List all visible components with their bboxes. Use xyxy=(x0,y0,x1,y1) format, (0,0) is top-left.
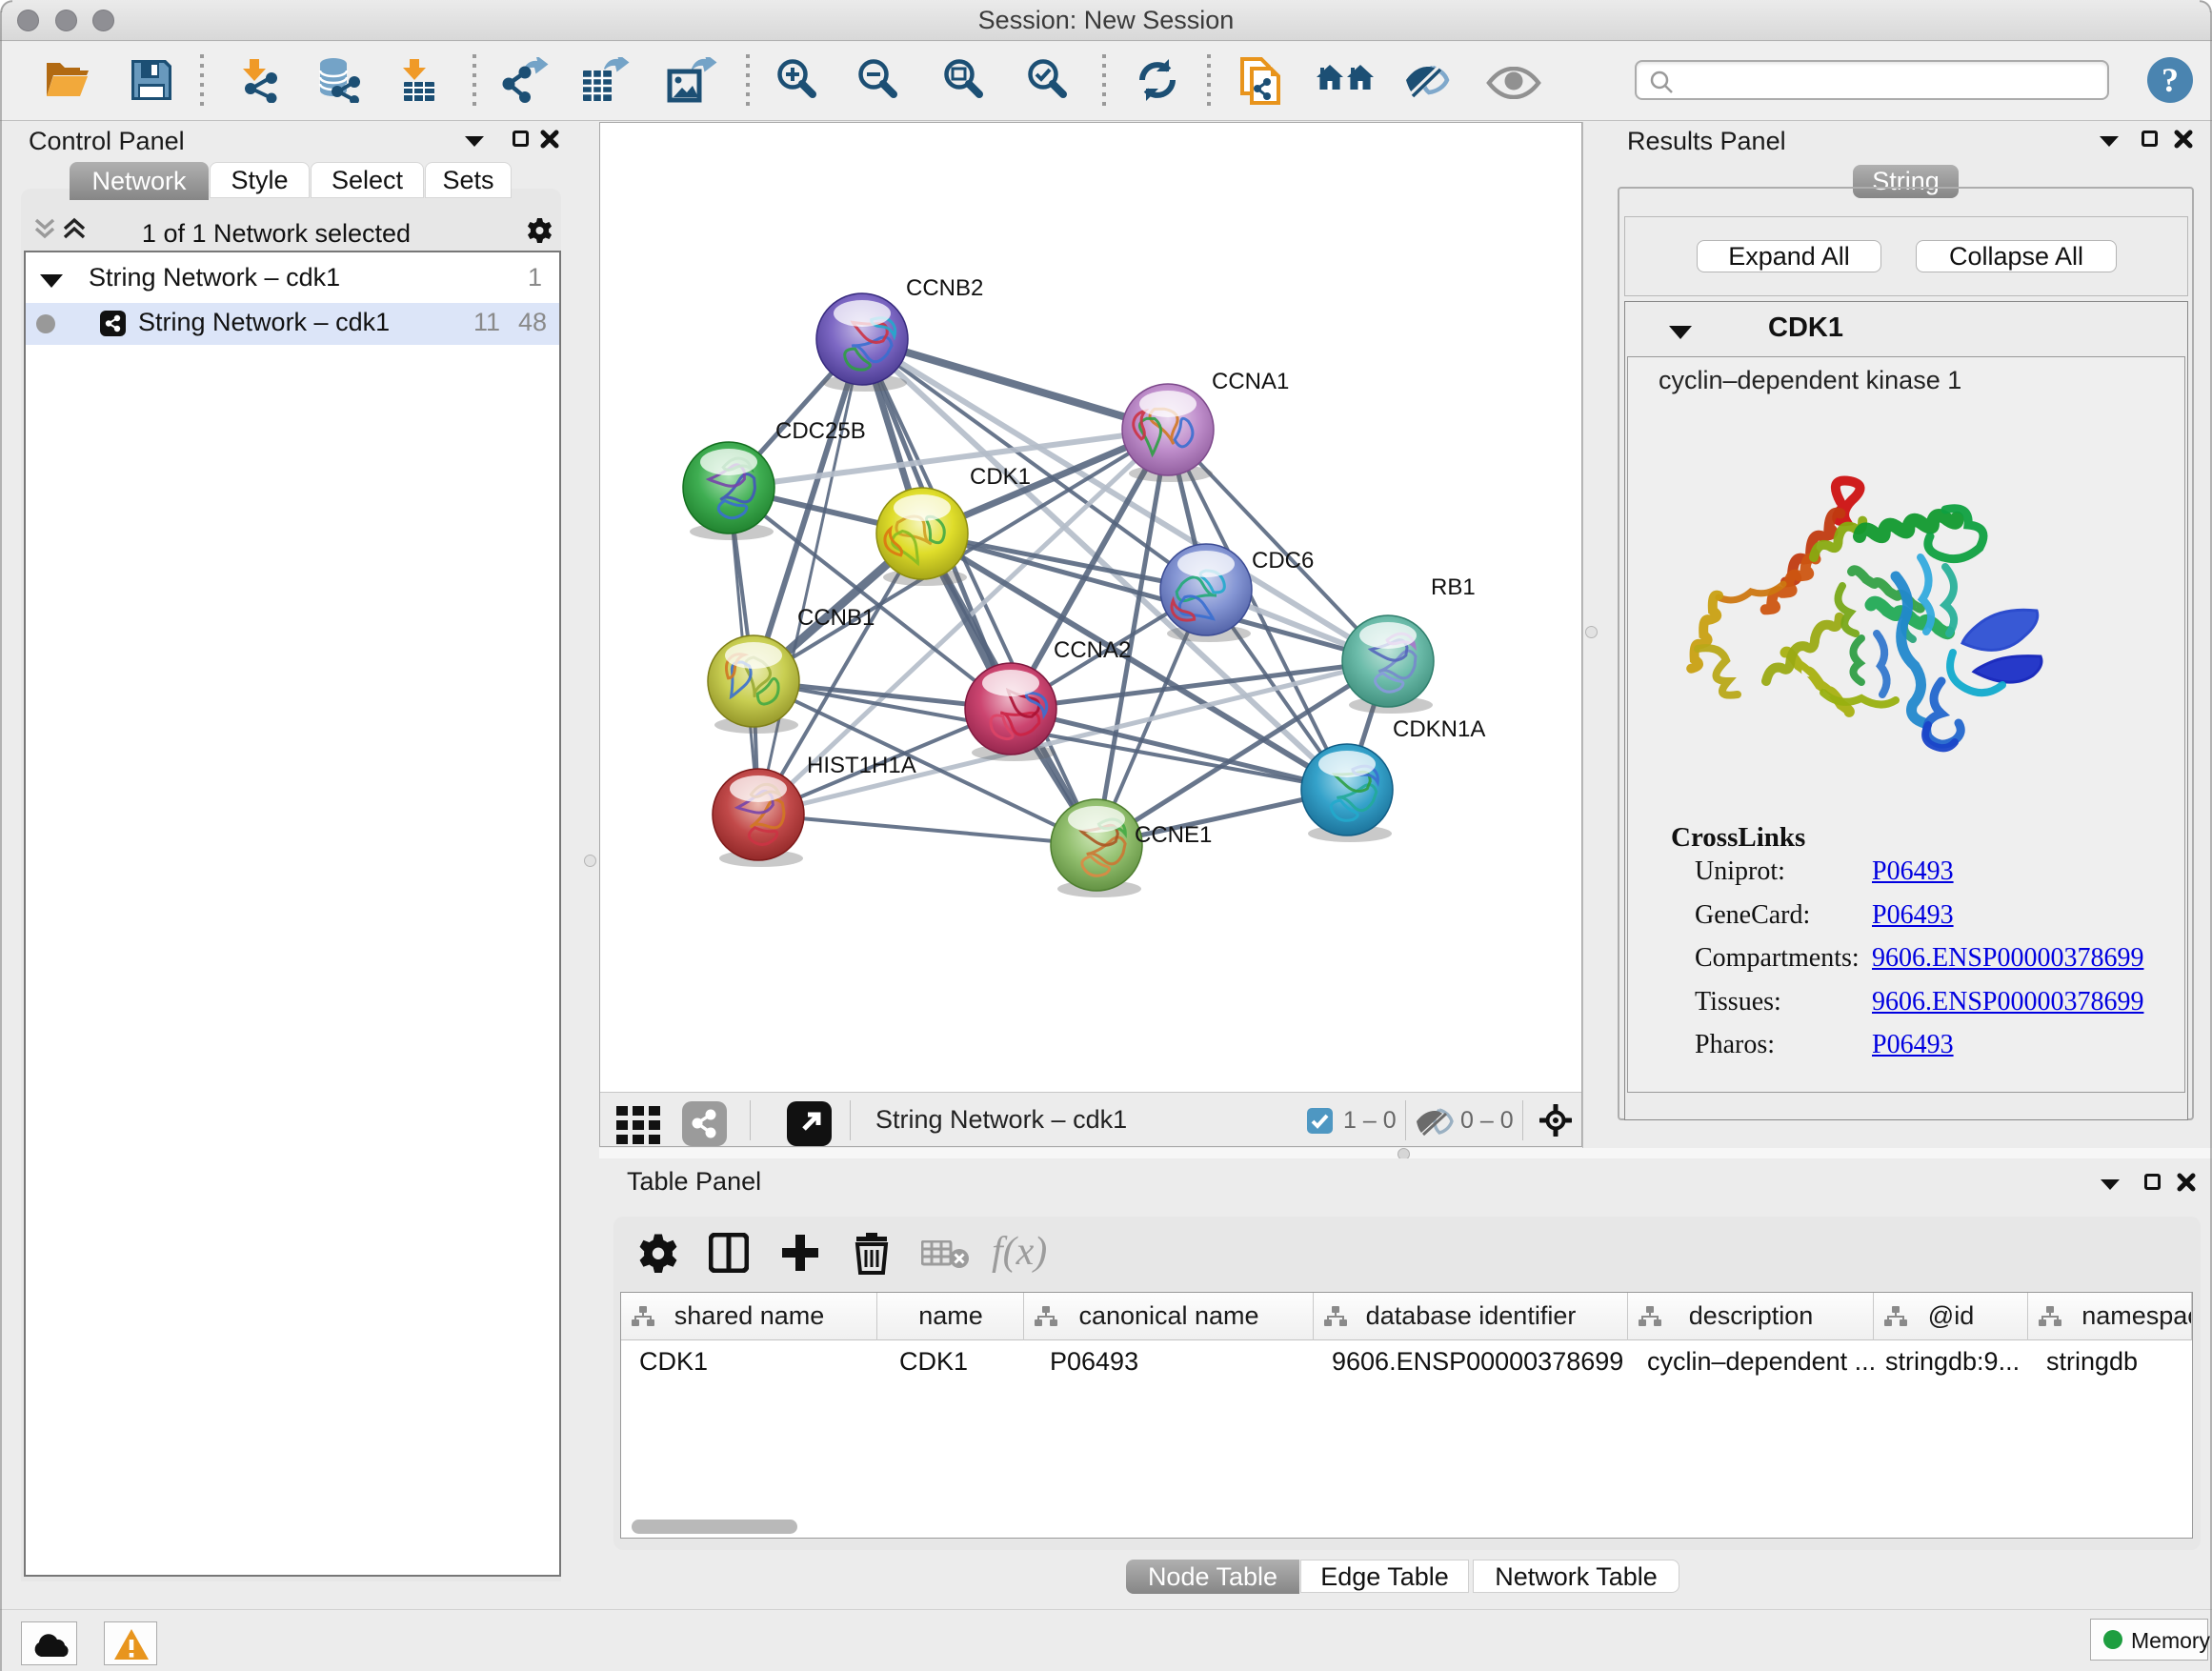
svg-text:CCNE1: CCNE1 xyxy=(1135,822,1212,848)
svg-text:CCNB2: CCNB2 xyxy=(906,275,983,301)
svg-text:CDK1: CDK1 xyxy=(970,464,1031,490)
svg-text:CDC6: CDC6 xyxy=(1252,548,1314,574)
svg-text:?: ? xyxy=(2162,61,2179,99)
svg-text:CCNA1: CCNA1 xyxy=(1212,369,1289,394)
svg-text:HIST1H1A: HIST1H1A xyxy=(807,753,916,778)
svg-text:CCNA2: CCNA2 xyxy=(1054,637,1131,663)
svg-text:CCNB1: CCNB1 xyxy=(797,605,875,631)
svg-text:RB1: RB1 xyxy=(1431,574,1476,600)
svg-text:CDC25B: CDC25B xyxy=(775,418,866,444)
svg-text:CDKN1A: CDKN1A xyxy=(1393,716,1485,742)
